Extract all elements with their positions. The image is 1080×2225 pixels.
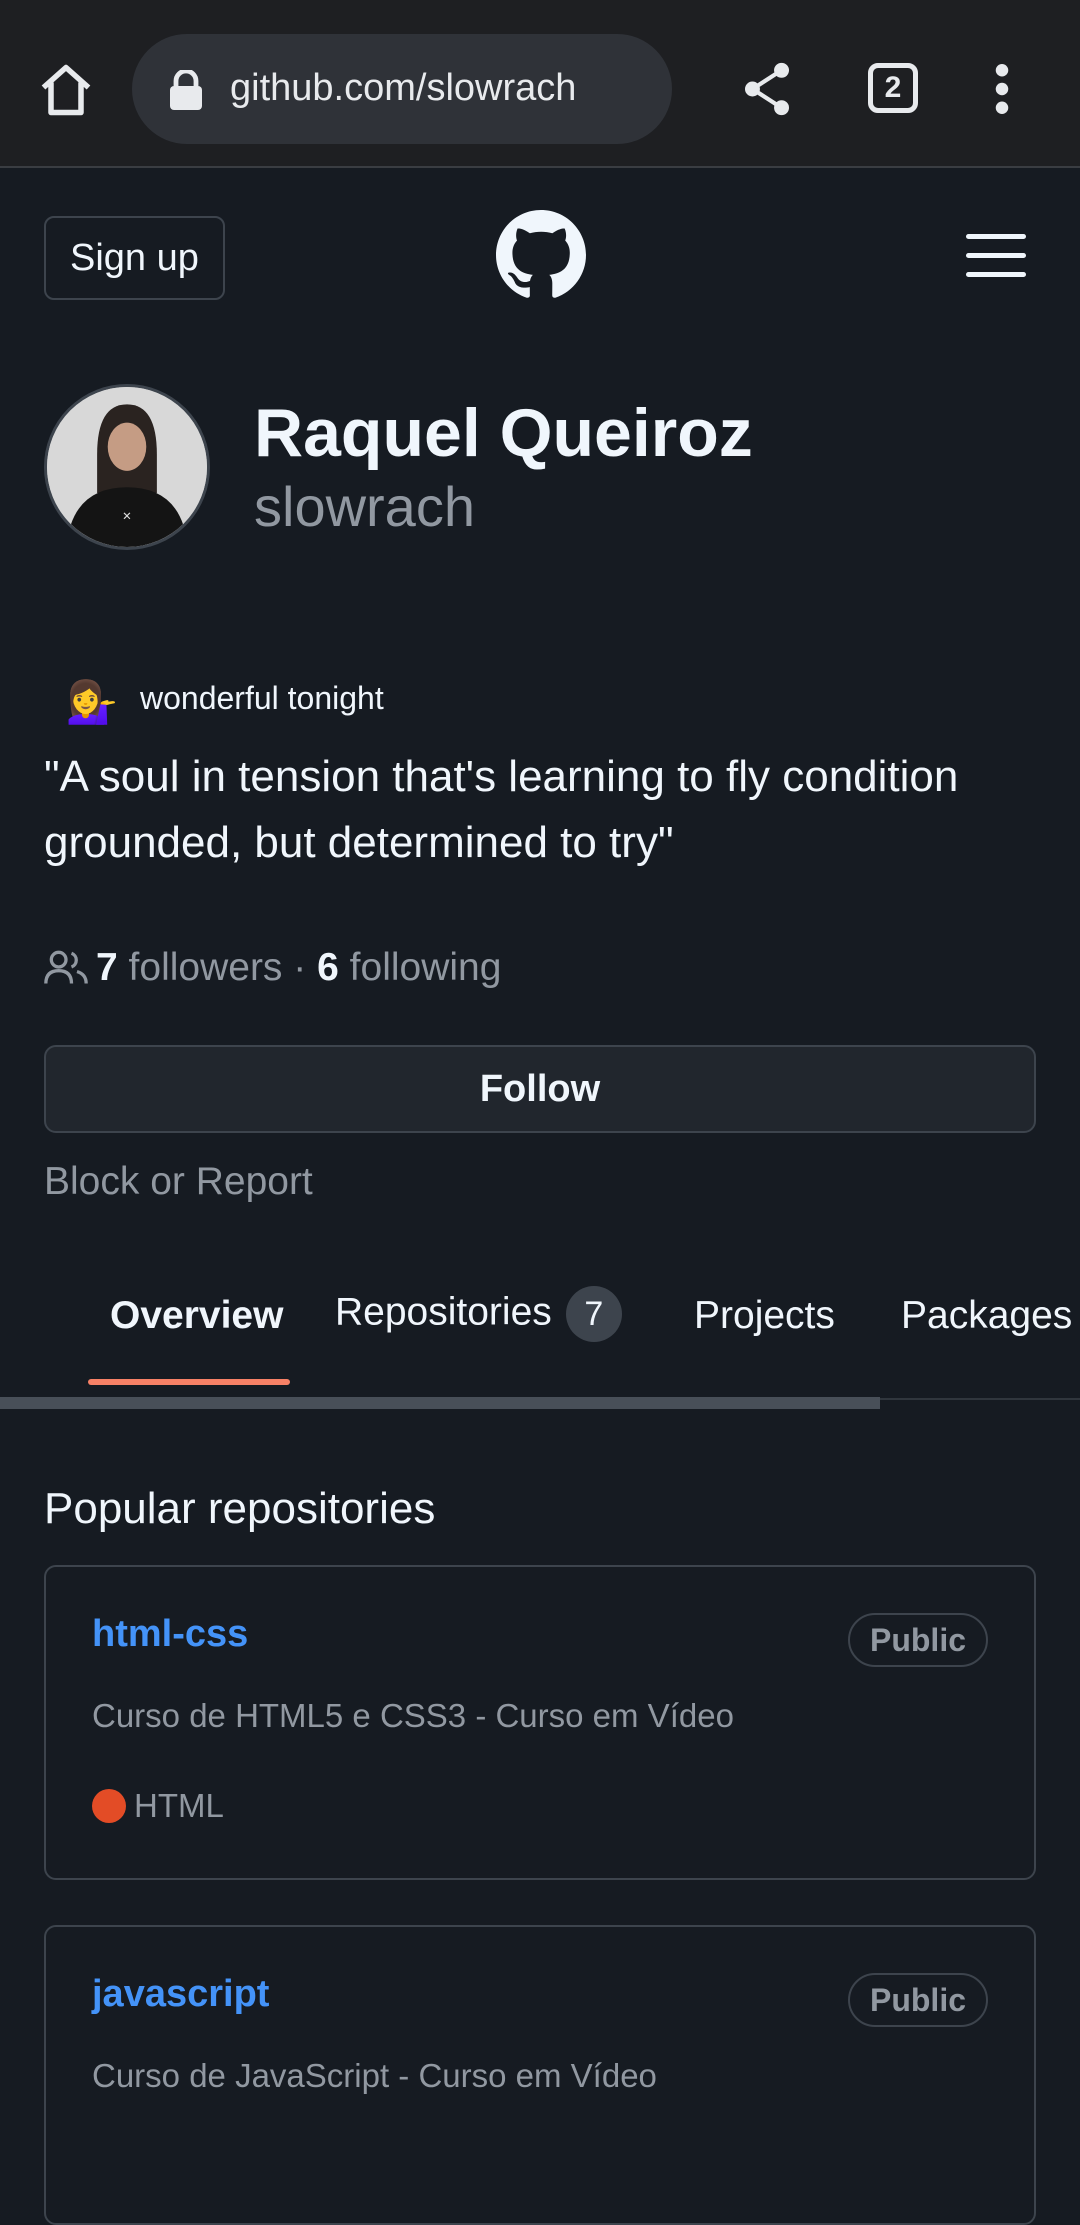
repositories-count-badge: 7 bbox=[565, 1286, 622, 1342]
github-logo-icon[interactable] bbox=[496, 210, 586, 300]
visibility-badge: Public bbox=[847, 1973, 988, 2027]
more-menu-icon[interactable] bbox=[990, 64, 1014, 114]
repo-card: javascript Public Curso de JavaScript - … bbox=[44, 1925, 1036, 2225]
avatar[interactable]: ✕ bbox=[44, 384, 210, 550]
menu-icon[interactable] bbox=[966, 234, 1026, 280]
repo-name-link[interactable]: html-css bbox=[92, 1613, 248, 1656]
following-count[interactable]: 6 bbox=[317, 946, 339, 989]
tab-projects[interactable]: Projects bbox=[694, 1294, 835, 1338]
site-header: Sign up bbox=[0, 170, 1080, 340]
url-text: github.com/slowrach bbox=[230, 67, 577, 109]
status-emoji: 💁‍♀️ bbox=[65, 678, 119, 725]
following-link[interactable]: following bbox=[350, 946, 502, 989]
tab-packages[interactable]: Packages bbox=[901, 1294, 1072, 1338]
repo-card: html-css Public Curso de HTML5 e CSS3 - … bbox=[44, 1565, 1036, 1880]
home-icon[interactable] bbox=[36, 60, 96, 120]
tab-packages-label: Packages bbox=[901, 1294, 1073, 1337]
tabs-scrollbar[interactable] bbox=[0, 1397, 880, 1409]
lock-icon bbox=[170, 70, 202, 110]
followers-link[interactable]: followers bbox=[129, 946, 283, 989]
separator: · bbox=[293, 946, 307, 989]
active-tab-underline bbox=[88, 1379, 290, 1385]
address-bar[interactable]: github.com/slowrach bbox=[132, 34, 672, 144]
sign-up-button[interactable]: Sign up bbox=[44, 216, 225, 300]
tab-repositories[interactable]: Repositories 7 bbox=[335, 1286, 622, 1342]
repo-description: Curso de JavaScript - Curso em Vídeo bbox=[92, 2057, 657, 2094]
people-icon bbox=[44, 950, 88, 984]
profile-bio: "A soul in tension that's learning to fl… bbox=[44, 752, 959, 867]
tab-overview-label: Overview bbox=[110, 1294, 284, 1337]
profile-username: slowrach bbox=[254, 475, 475, 538]
tab-projects-label: Projects bbox=[694, 1294, 835, 1337]
language-label: HTML bbox=[134, 1787, 224, 1824]
visibility-badge: Public bbox=[847, 1613, 988, 1667]
tab-repositories-label: Repositories bbox=[335, 1290, 552, 1334]
repo-name-link[interactable]: javascript bbox=[92, 1973, 269, 2016]
follow-button[interactable]: Follow bbox=[44, 1045, 1036, 1133]
repo-description: Curso de HTML5 e CSS3 - Curso em Vídeo bbox=[92, 1697, 734, 1734]
status-text: wonderful tonight bbox=[140, 680, 384, 716]
followers-count[interactable]: 7 bbox=[96, 946, 118, 989]
popular-repositories-title: Popular repositories bbox=[44, 1484, 436, 1533]
browser-toolbar: github.com/slowrach 2 bbox=[0, 0, 1080, 168]
repo-language: HTML bbox=[92, 1787, 224, 1825]
block-or-report-link[interactable]: Block or Report bbox=[44, 1160, 313, 1204]
profile-tabs: Overview Repositories 7 Projects Packages bbox=[0, 1280, 1080, 1410]
share-icon[interactable] bbox=[742, 62, 792, 116]
language-color-dot bbox=[92, 1789, 126, 1823]
profile-name: Raquel Queiroz bbox=[254, 395, 753, 471]
tab-overview[interactable]: Overview bbox=[110, 1294, 283, 1338]
svg-text:✕: ✕ bbox=[122, 509, 132, 523]
follow-stats: 7 followers · 6 following bbox=[44, 946, 501, 990]
tab-switcher-button[interactable]: 2 bbox=[868, 63, 918, 113]
